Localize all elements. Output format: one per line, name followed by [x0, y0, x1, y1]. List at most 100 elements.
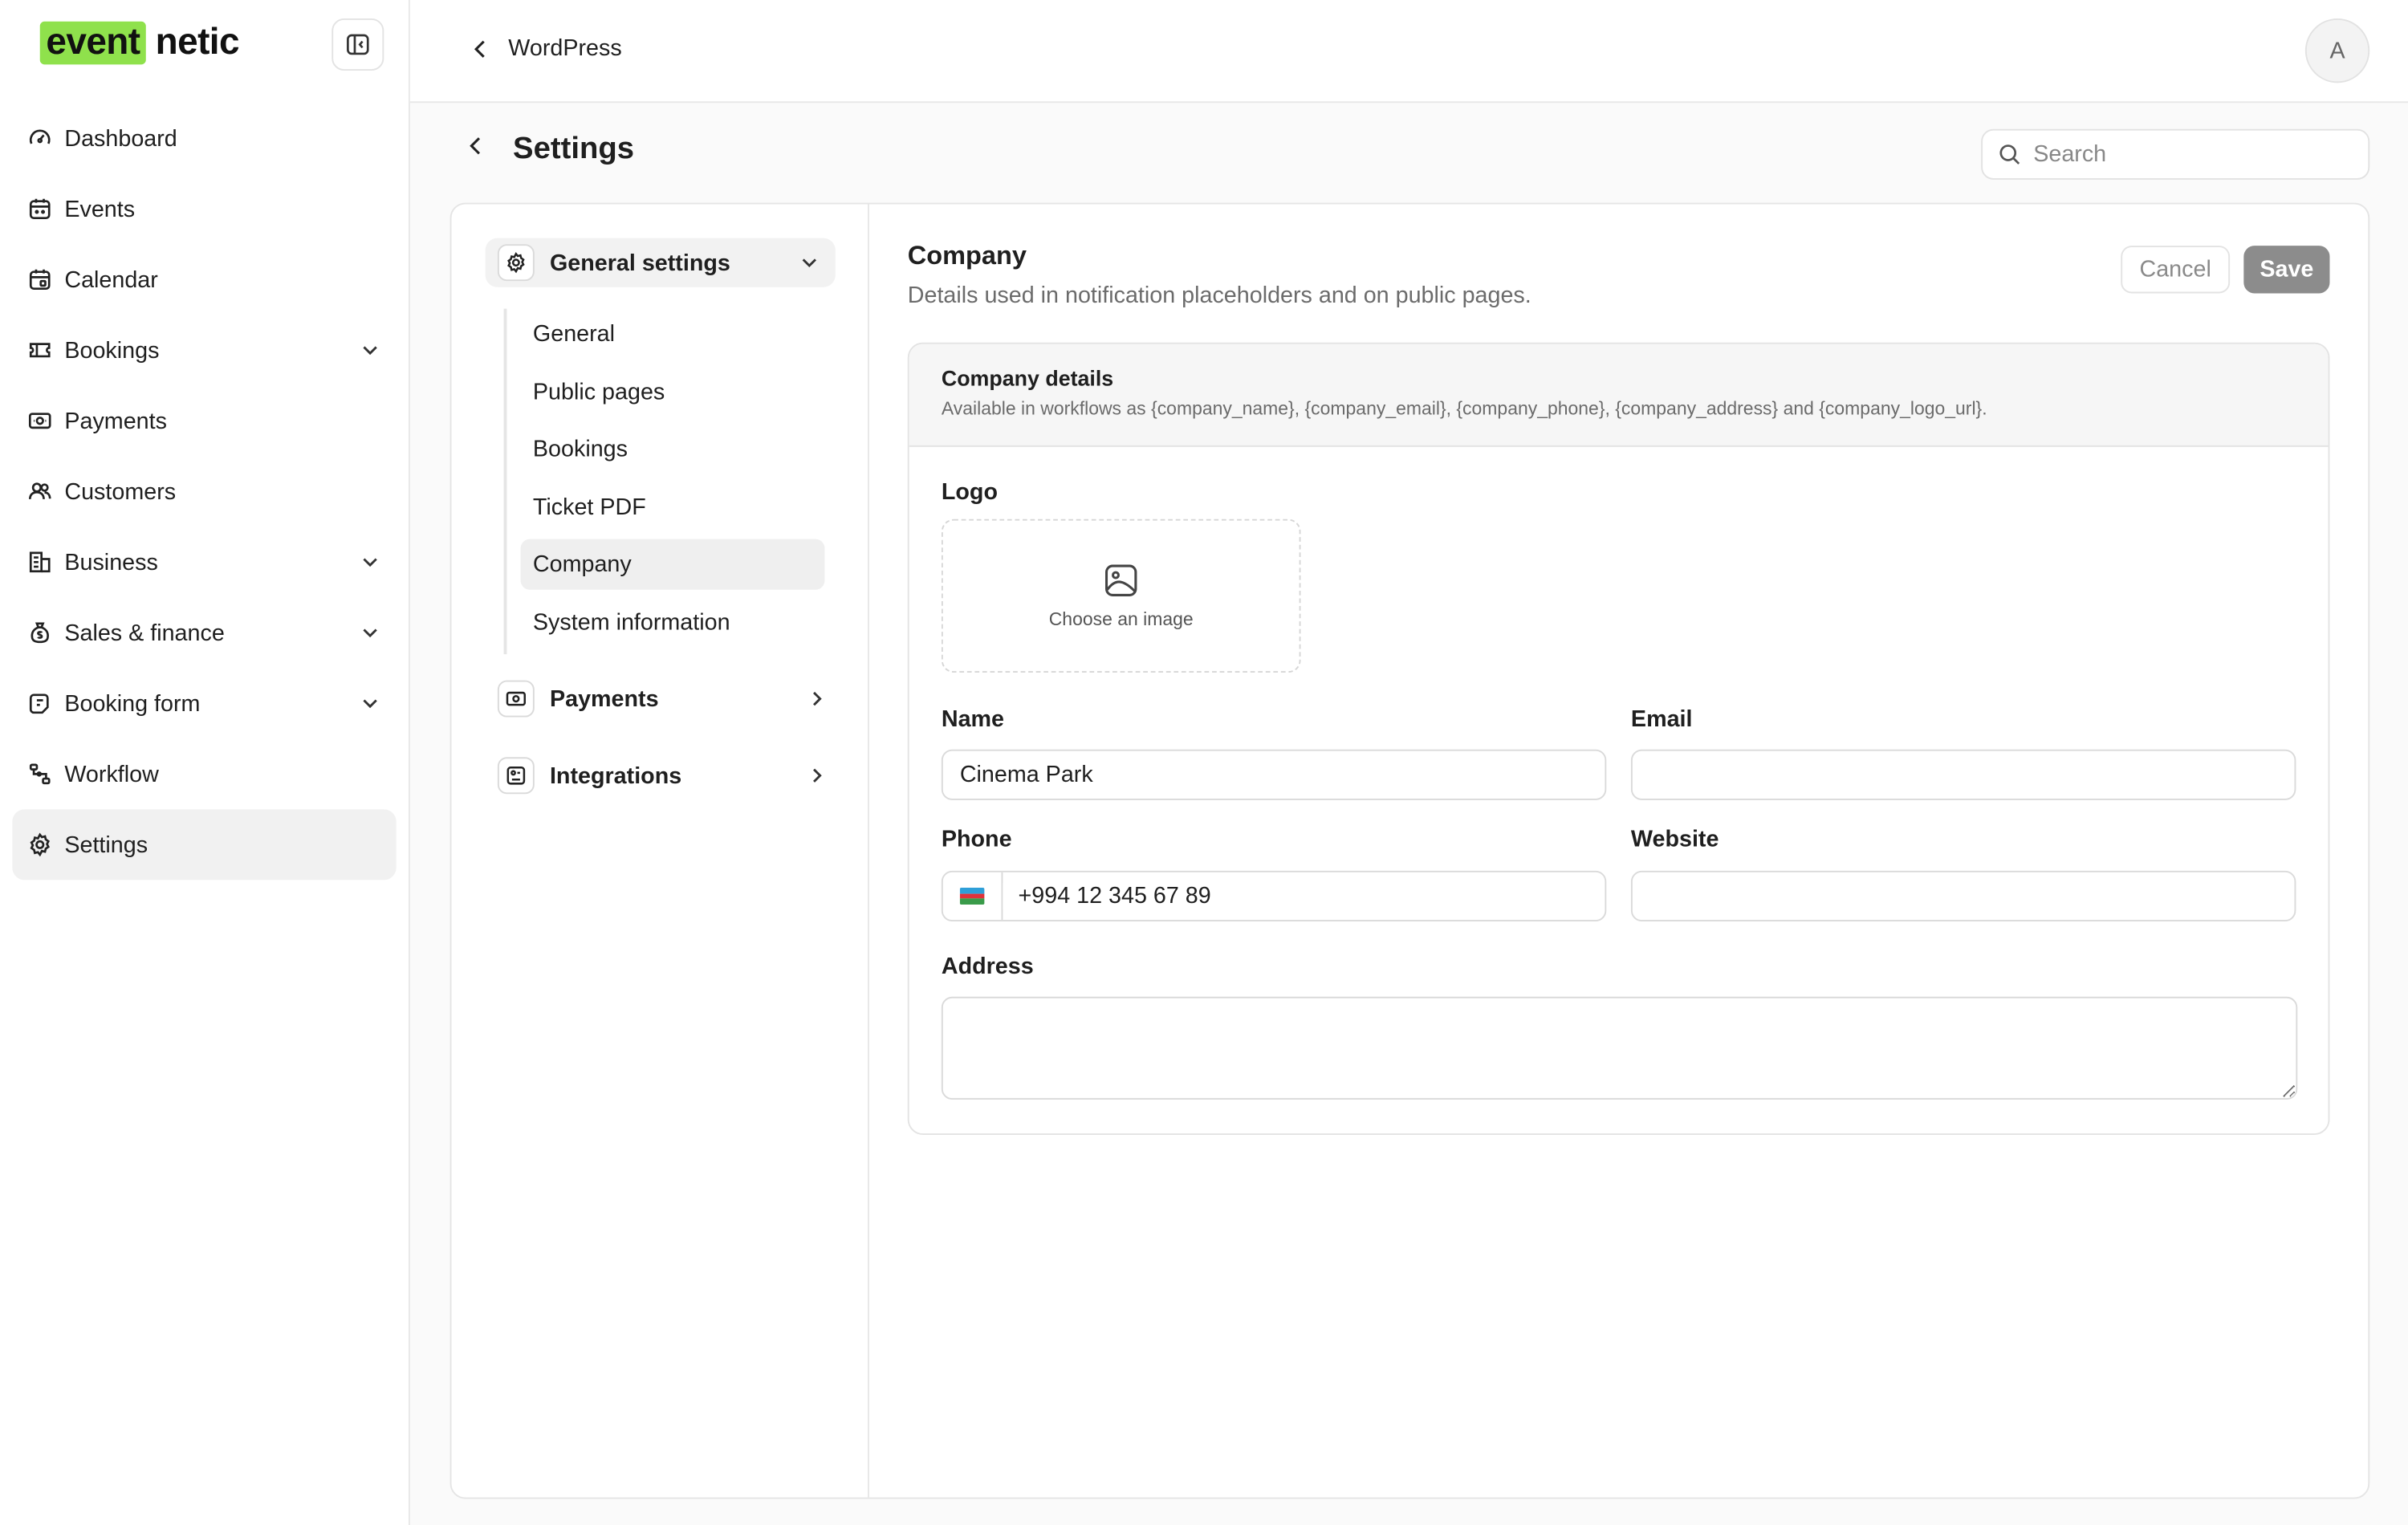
name-label: Name — [941, 706, 1005, 733]
sidebar-item-label: Payments — [64, 408, 167, 434]
sidebar-item-customers[interactable]: Customers — [12, 456, 396, 527]
website-input[interactable] — [1630, 870, 2296, 922]
company-details-card: Company details Available in workflows a… — [907, 342, 2330, 1136]
calendar-icon — [27, 197, 52, 222]
country-selector[interactable] — [943, 872, 1003, 921]
settings-item-public-pages[interactable]: Public pages — [521, 366, 825, 417]
search-box — [1981, 128, 2370, 180]
sidebar-item-calendar[interactable]: Calendar — [12, 244, 396, 315]
users-icon — [27, 479, 52, 504]
section-title: Company — [907, 241, 1027, 270]
ticket-icon — [27, 338, 52, 363]
settings-group-payments[interactable]: Payments — [497, 676, 836, 722]
sidebar-item-label: Settings — [64, 832, 148, 858]
sidebar-item-label: Workflow — [64, 761, 159, 787]
chevron-down-icon — [363, 346, 377, 356]
sidebar-item-sales-finance[interactable]: Sales & finance — [12, 597, 396, 668]
image-icon — [1105, 564, 1137, 596]
sidebar-item-payments[interactable]: Payments — [12, 385, 396, 456]
logo-rest: netic — [155, 21, 240, 63]
cancel-button[interactable]: Cancel — [2121, 246, 2231, 294]
sidebar-item-label: Booking form — [64, 690, 201, 717]
sidebar-item-events[interactable]: Events — [12, 173, 396, 244]
settings-item-company[interactable]: Company — [520, 539, 825, 590]
settings-group-general[interactable]: General settings — [485, 238, 836, 287]
chevron-left-icon — [474, 39, 485, 57]
phone-field — [941, 870, 1607, 922]
settings-nav: General settings General Public pages Bo… — [452, 204, 869, 1498]
sidebar-item-settings[interactable]: Settings — [12, 809, 397, 880]
logo-label: Logo — [941, 478, 998, 506]
section-description: Details used in notification placeholder… — [907, 283, 1531, 309]
settings-group-label: Payments — [549, 685, 659, 712]
settings-panel: General settings General Public pages Bo… — [449, 202, 2370, 1499]
card-subtitle: Available in workflows as {company_name}… — [941, 397, 1987, 420]
settings-group-label: Integrations — [549, 762, 682, 789]
sidebar-toggle-icon — [347, 34, 369, 55]
chevron-left-icon — [470, 137, 481, 155]
settings-item-bookings[interactable]: Bookings — [521, 424, 825, 474]
card-title: Company details — [941, 365, 1114, 391]
phone-label: Phone — [941, 826, 1012, 852]
sidebar-item-bookings[interactable]: Bookings — [12, 315, 396, 385]
sidebar-item-label: Events — [64, 195, 136, 222]
address-textarea[interactable] — [941, 996, 2298, 1100]
save-button[interactable]: Save — [2243, 246, 2330, 294]
breadcrumb-back[interactable]: WordPress — [471, 35, 622, 62]
sidebar-item-workflow[interactable]: Workflow — [12, 738, 396, 809]
logo-upload-label: Choose an image — [1048, 608, 1194, 630]
sidebar-nav: Dashboard Events Calendar Bookings Payme… — [12, 103, 397, 880]
settings-group-label: General settings — [549, 249, 730, 276]
chevron-down-icon — [363, 558, 377, 567]
sidebar-item-business[interactable]: Business — [12, 527, 396, 597]
chevron-down-icon — [363, 628, 377, 638]
settings-group-integrations[interactable]: Integrations — [497, 753, 836, 799]
workflow-icon — [27, 762, 52, 787]
sidebar-item-booking-form[interactable]: Booking form — [12, 668, 396, 738]
settings-item-general[interactable]: General — [521, 309, 825, 360]
dashboard-icon — [27, 126, 52, 151]
email-input[interactable] — [1630, 749, 2296, 800]
sidebar: event netic Dashboard Events Calendar Boo… — [0, 0, 410, 1525]
money-icon — [497, 680, 535, 718]
settings-item-ticket-pdf[interactable]: Ticket PDF — [521, 482, 825, 532]
sidebar-item-label: Bookings — [64, 336, 160, 364]
breadcrumb-label: WordPress — [508, 35, 622, 62]
address-label: Address — [941, 954, 1034, 980]
sidebar-item-dashboard[interactable]: Dashboard — [12, 103, 396, 173]
website-label: Website — [1630, 826, 1719, 852]
form-icon — [27, 691, 52, 716]
building-icon — [27, 550, 52, 575]
page-title: Settings — [513, 132, 635, 166]
settings-content: Company Details used in notification pla… — [869, 204, 2368, 1497]
email-label: Email — [1630, 706, 1693, 733]
chevron-right-icon — [813, 768, 822, 783]
search-input[interactable] — [2033, 141, 2341, 168]
sidebar-toggle-button[interactable] — [332, 18, 384, 71]
azerbaijan-flag-icon — [959, 887, 985, 905]
sidebar-item-label: Sales & finance — [64, 620, 225, 646]
sidebar-item-label: Customers — [64, 478, 177, 505]
sidebar-item-label: Calendar — [64, 266, 158, 293]
calendar-icon — [27, 267, 52, 292]
gear-icon — [497, 244, 535, 282]
sidebar-item-label: Dashboard — [64, 124, 177, 152]
name-input[interactable] — [941, 749, 1607, 800]
app-logo[interactable]: event netic — [39, 21, 240, 65]
settings-item-system-information[interactable]: System information — [521, 596, 825, 647]
settings-sub-list: General Public pages Bookings Ticket PDF… — [503, 308, 825, 655]
money-icon — [27, 409, 52, 433]
sidebar-item-label: Business — [64, 549, 158, 575]
logo-highlight: event — [39, 21, 147, 65]
gear-icon — [27, 832, 52, 857]
avatar[interactable]: A — [2304, 18, 2370, 83]
chevron-down-icon — [363, 699, 377, 709]
page-header: Settings — [461, 132, 634, 168]
card-header: Company details Available in workflows a… — [909, 344, 2329, 447]
back-button[interactable] — [467, 135, 486, 164]
logo-upload-dropzone[interactable]: Choose an image — [941, 518, 1301, 673]
top-bar: WordPress A — [409, 0, 2408, 104]
integrations-icon — [497, 757, 535, 795]
chevron-down-icon — [802, 258, 816, 268]
phone-input[interactable] — [1003, 883, 1587, 909]
